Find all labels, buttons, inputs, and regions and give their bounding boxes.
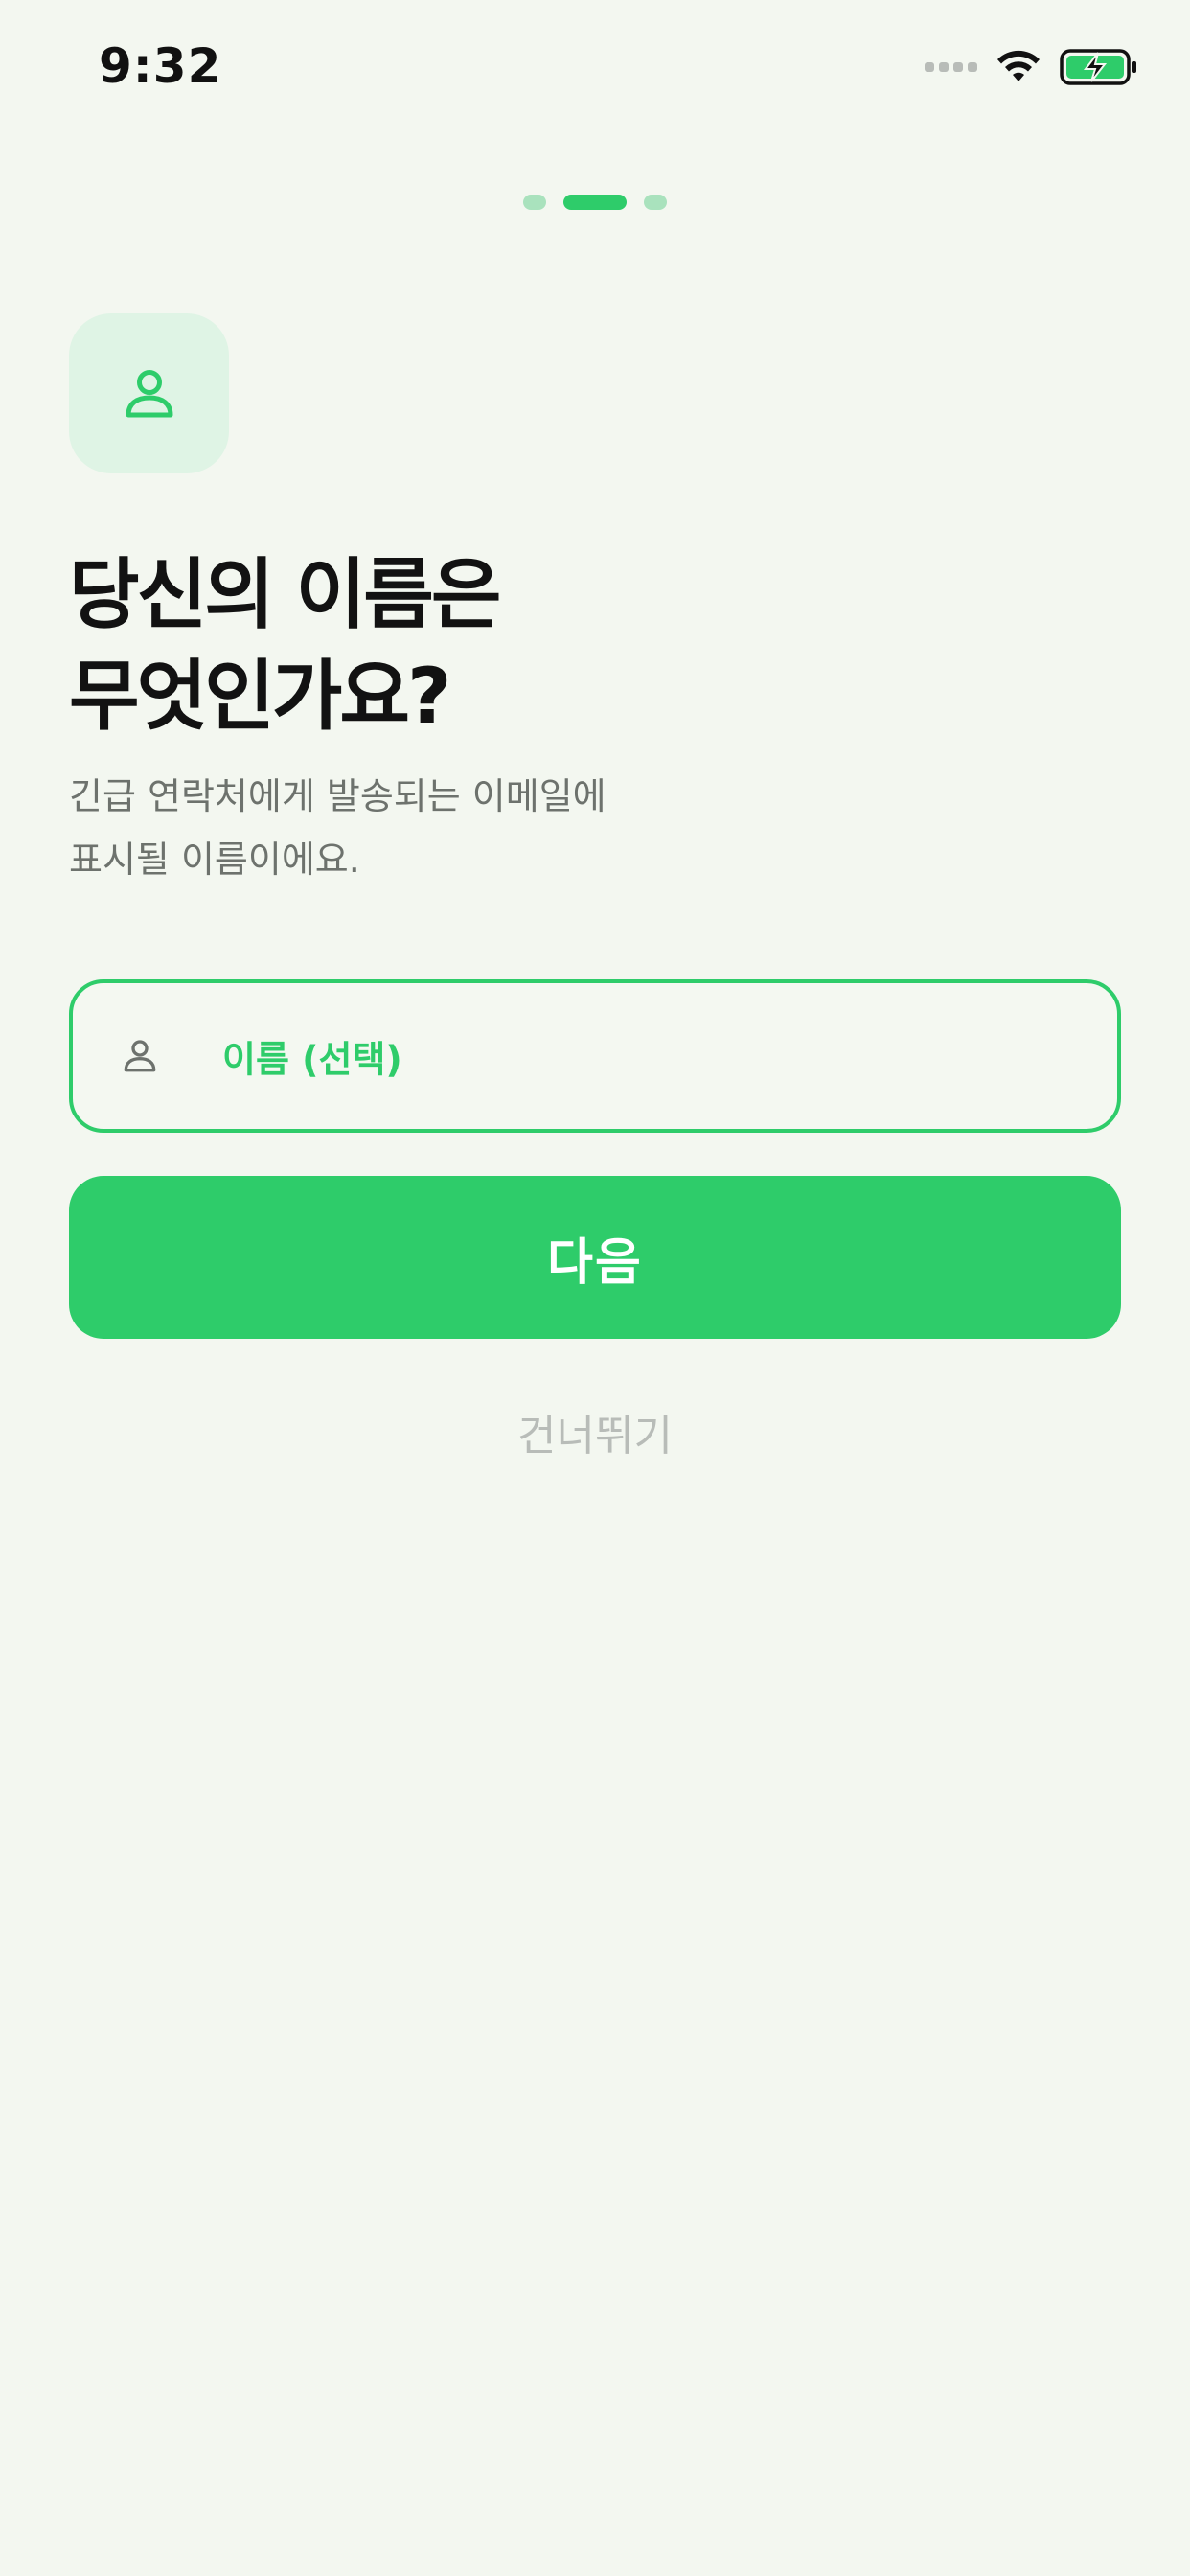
- person-icon: [126, 369, 172, 417]
- page-indicator: [0, 195, 1190, 210]
- status-indicators: [925, 48, 1138, 86]
- status-time: 9:32: [99, 38, 222, 94]
- name-input[interactable]: 이름 (선택): [69, 979, 1121, 1133]
- cellular-signal-icon: [925, 62, 977, 72]
- next-button[interactable]: 다음: [69, 1176, 1121, 1339]
- title-line-2: 무엇인가요?: [69, 652, 451, 741]
- skip-link[interactable]: 건너뛰기: [0, 1401, 1190, 1462]
- page-title: 당신의 이름은 무엇인가요?: [69, 544, 1027, 748]
- header-icon-tile: [69, 313, 229, 473]
- name-input-placeholder: 이름 (선택): [222, 1038, 402, 1081]
- page-dot-3: [644, 195, 667, 210]
- page-dot-1: [523, 195, 546, 210]
- page-dot-2-active: [563, 195, 627, 210]
- subtitle-line-2: 표시될 이름이에요.: [69, 839, 360, 881]
- page-subtitle: 긴급 연락처에게 발송되는 이메일에 표시될 이름이에요.: [69, 765, 1027, 891]
- title-line-1: 당신의 이름은: [69, 550, 501, 639]
- subtitle-line-1: 긴급 연락처에게 발송되는 이메일에: [69, 775, 606, 817]
- onboarding-name-screen: 9:32 당신의 이름은 무엇인가요? 긴급 연락처에게 발송되는 이메일에 표…: [0, 0, 1190, 2576]
- person-icon: [124, 1040, 156, 1072]
- battery-charging-icon: [1060, 49, 1136, 85]
- wifi-icon: [997, 50, 1040, 81]
